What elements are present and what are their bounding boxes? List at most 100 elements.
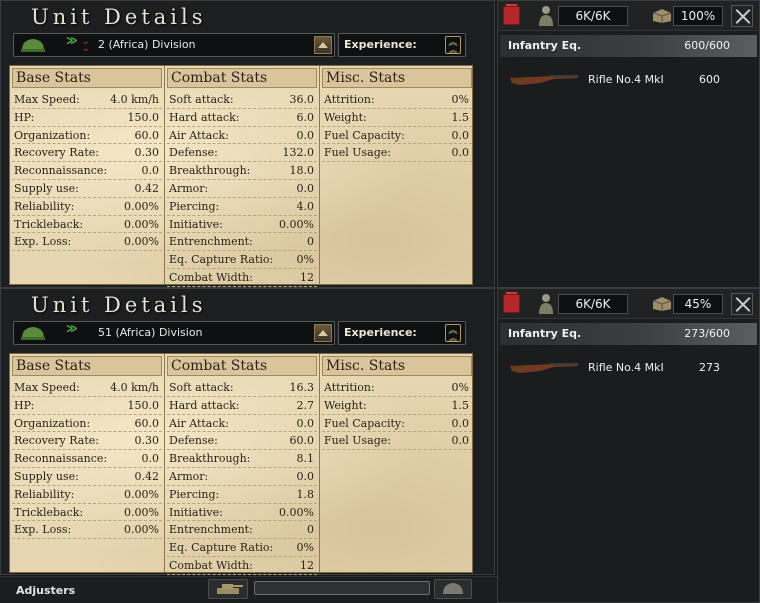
misc-stats-column: Misc. Stats Attrition: 0% Weight: 1.5 Fuel C…: [320, 354, 474, 572]
stat-value: 0.0: [451, 128, 470, 142]
stat-value: 0.00%: [124, 199, 159, 213]
stat-label: Weight:: [324, 398, 367, 412]
equipment-crate-icon: [652, 9, 672, 23]
stat-label: HP:: [14, 398, 35, 412]
stat-label: Entrenchment:: [169, 235, 253, 249]
stat-value: 1.8: [296, 487, 315, 501]
soldier-icon: [539, 294, 553, 314]
equipment-item: Rifle No.4 MkI 273: [500, 351, 757, 387]
stat-label: Supply use:: [14, 181, 79, 195]
stat-label: Defense:: [169, 434, 218, 448]
stat-value: 12: [300, 270, 314, 284]
equipment-category-count: 273/600: [684, 327, 730, 340]
equipment-item-name: Rifle No.4 MkI: [588, 361, 664, 374]
tank-icon[interactable]: [208, 579, 248, 599]
stat-label: Trickleback:: [14, 505, 84, 519]
combat-stats-header: Combat Stats: [167, 356, 317, 376]
close-icon[interactable]: [731, 5, 753, 27]
stat-row: Defense: 132.0: [167, 144, 317, 163]
stat-label: Max Speed:: [14, 381, 80, 394]
stat-value: 150.0: [127, 110, 160, 124]
helmet-icon: [21, 39, 45, 52]
stat-value: 18.0: [289, 164, 315, 178]
stat-row: Armor: 0.0: [167, 180, 317, 198]
stat-label: Combat Width:: [169, 558, 253, 572]
stat-value: 0.00%: [279, 217, 314, 231]
stat-value: 0%: [296, 253, 314, 267]
window-title: Unit Details: [31, 5, 207, 29]
stat-row: HP: 150.0: [12, 397, 162, 415]
stat-row: Weight: 1.5: [322, 397, 472, 415]
stat-value: 0.42: [134, 181, 160, 195]
stat-label: Recovery Rate:: [14, 434, 99, 448]
stat-row: Reconnaissance: 0.0: [12, 162, 162, 180]
stat-label: Soft attack:: [169, 381, 234, 394]
stat-row: Initiative: 0.00%: [167, 504, 317, 522]
experience-badge-icon[interactable]: ︽ ︽: [445, 36, 461, 56]
trash-icon[interactable]: [503, 4, 520, 25]
stat-value: 1.5: [451, 398, 470, 412]
experience-field: Experience: ︽ ︽: [338, 321, 466, 345]
stat-row: Organization: 60.0: [12, 415, 162, 433]
close-icon[interactable]: [731, 293, 753, 315]
equipment-category-count: 600/600: [684, 39, 730, 52]
stat-value: 0.0: [451, 434, 470, 448]
stat-label: HP:: [14, 110, 35, 124]
stat-value: 0: [307, 523, 314, 537]
stat-value: 0.0: [451, 146, 470, 160]
scroll-up-button[interactable]: [314, 36, 332, 54]
equipment-item-qty: 273: [699, 361, 720, 374]
scroll-up-button[interactable]: [314, 324, 332, 342]
stat-row: HP: 150.0: [12, 109, 162, 127]
stat-label: Piercing:: [169, 487, 220, 501]
stat-row: Entrenchment: 0: [167, 233, 317, 252]
stat-row: Exp. Loss: 0.00%: [12, 233, 162, 252]
division-selector[interactable]: ≫ ⌄ ⌄ 2 (Africa) Division: [13, 33, 335, 57]
stat-row: Piercing: 4.0: [167, 198, 317, 216]
division-selector[interactable]: ≫ 51 (Africa) Division: [13, 321, 335, 345]
helmet-icon[interactable]: [434, 579, 472, 599]
stat-row: Max Speed: 4.0 km/h: [12, 379, 162, 397]
base-stats-header: Base Stats: [12, 68, 162, 88]
stat-row: Fuel Usage: 0.0: [322, 144, 472, 163]
stat-row: Entrenchment: 0: [167, 521, 317, 540]
stat-label: Eq. Capture Ratio:: [169, 253, 274, 267]
stat-value: 0.0: [296, 181, 315, 195]
stat-row: Supply use: 0.42: [12, 180, 162, 198]
stat-label: Fuel Usage:: [324, 146, 391, 160]
stat-value: 0.30: [134, 434, 160, 448]
stat-value: 0%: [451, 93, 469, 106]
stat-value: 0.0: [296, 416, 315, 430]
stat-label: Organization:: [14, 128, 91, 142]
rifle-icon: [510, 363, 578, 373]
stat-label: Organization:: [14, 416, 91, 430]
stat-label: Weight:: [324, 110, 367, 124]
stat-value: 0.0: [451, 416, 470, 430]
stat-row: Exp. Loss: 0.00%: [12, 521, 162, 540]
stat-label: Combat Width:: [169, 270, 253, 284]
stat-label: Reconnaissance:: [14, 452, 108, 466]
experience-badge-icon[interactable]: ︽ ︽: [445, 324, 461, 344]
equipment-topbar: 6K/6K 100%: [498, 1, 759, 31]
equipment-panel-1: 6K/6K 100% Infantry Eq. 600/600 Rifle No…: [497, 0, 760, 288]
equipment-topbar: 6K/6K 45%: [498, 289, 759, 319]
stat-label: Armor:: [169, 181, 209, 195]
stat-row: Max Speed: 4.0 km/h: [12, 91, 162, 109]
stat-row: Armor: 0.0: [167, 468, 317, 486]
helmet-icon: [21, 327, 45, 340]
stat-label: Soft attack:: [169, 93, 234, 106]
stat-label: Eq. Capture Ratio:: [169, 541, 274, 555]
trash-icon[interactable]: [503, 292, 520, 313]
stat-label: Breakthrough:: [169, 452, 251, 466]
manpower-value: 6K/6K: [558, 6, 628, 26]
stat-value: 60.0: [134, 128, 160, 142]
stat-value: 150.0: [127, 398, 160, 412]
stat-value: 0.0: [296, 469, 315, 483]
stat-value: 12: [300, 558, 314, 572]
adjuster-slider[interactable]: [254, 581, 430, 595]
stat-label: Fuel Capacity:: [324, 416, 405, 430]
stat-value: 0.0: [141, 164, 160, 178]
stat-row: Reliability: 0.00%: [12, 198, 162, 216]
stat-value: 0.00%: [124, 505, 159, 519]
equipment-crate-icon: [652, 297, 672, 311]
